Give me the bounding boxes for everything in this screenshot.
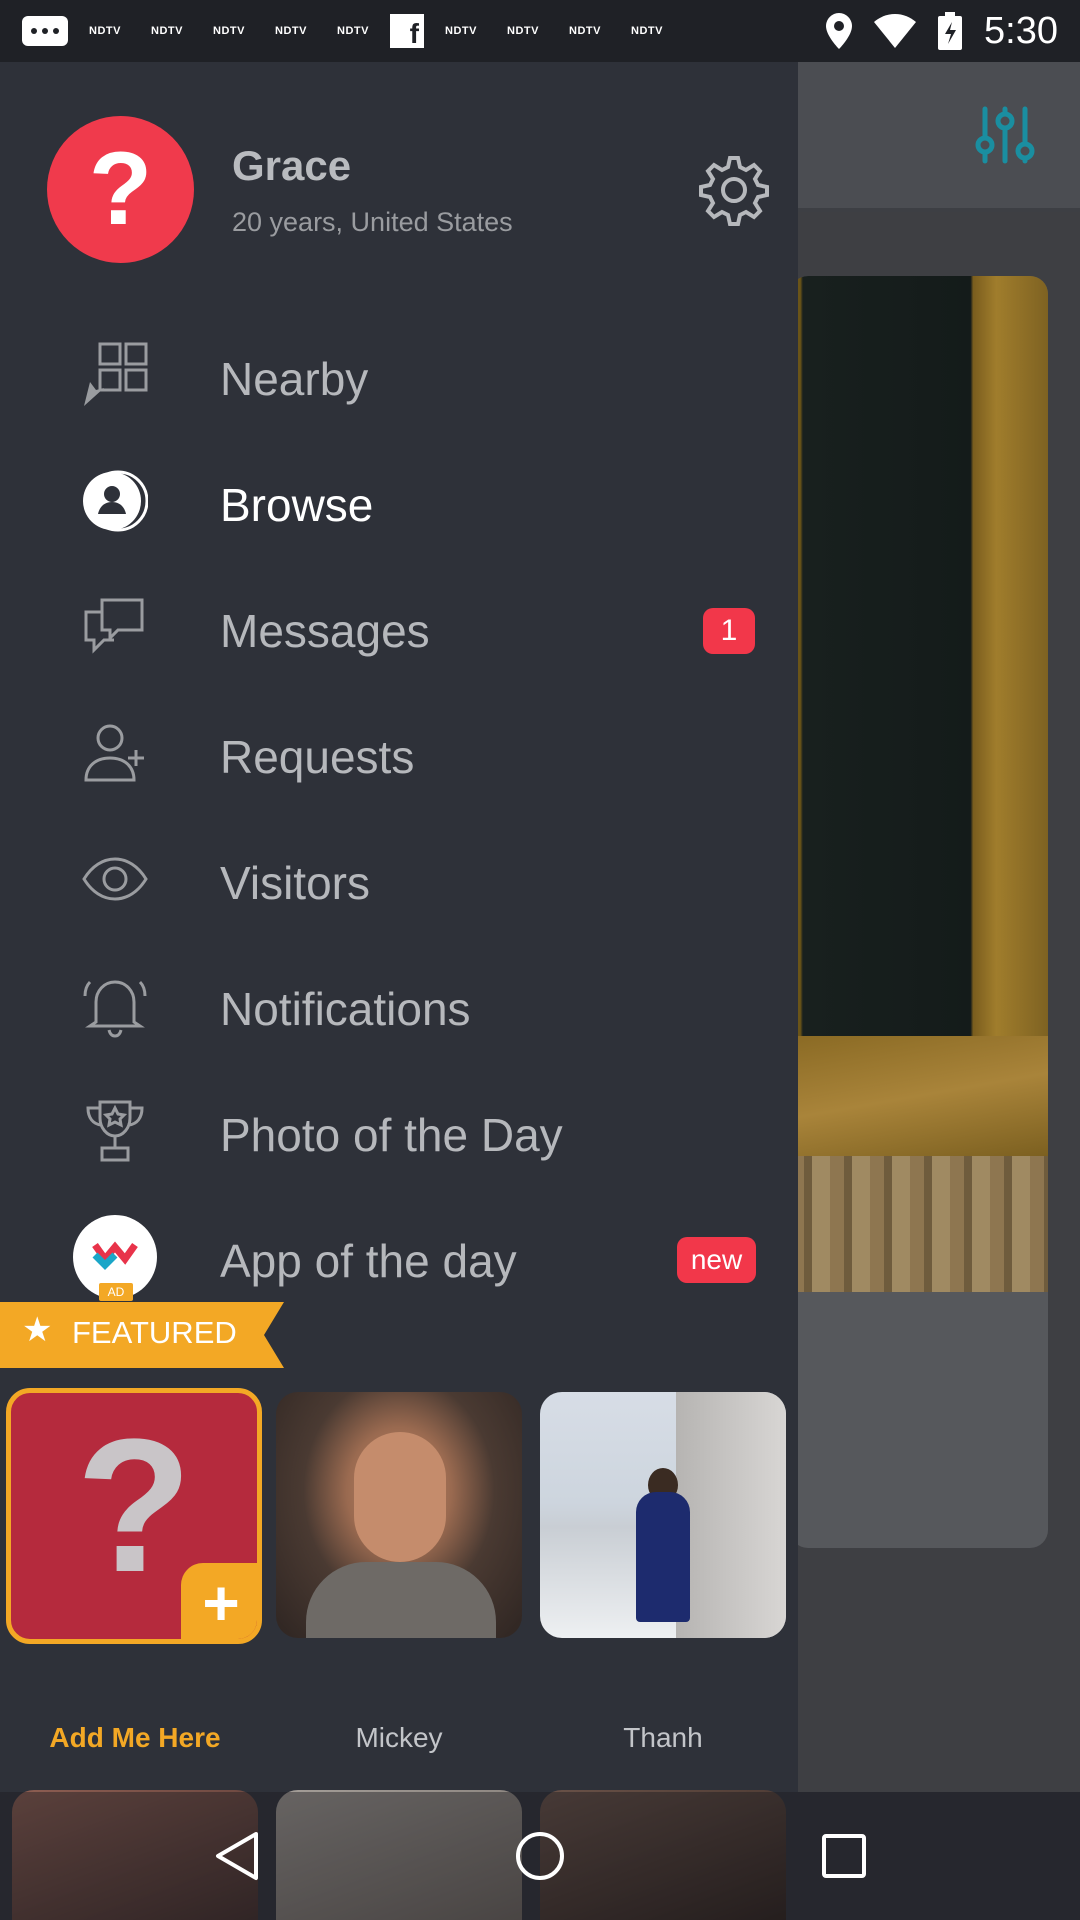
featured-title: FEATURED <box>72 1315 237 1350</box>
photo-detail <box>306 1562 496 1638</box>
new-badge: new <box>677 1237 756 1283</box>
menu-item-requests[interactable]: Requests <box>0 690 798 816</box>
menu-label: Requests <box>220 731 415 783</box>
ndtv-notification: NDTV <box>507 25 539 37</box>
drawer-menu: Nearby Browse Messages 1 Requests Visito… <box>0 312 798 1320</box>
avatar-glyph: ? <box>88 131 153 247</box>
ndtv-notification: NDTV <box>569 25 601 37</box>
home-icon <box>516 1832 564 1880</box>
location-icon <box>826 13 853 49</box>
back-icon <box>216 1832 258 1880</box>
recents-button[interactable] <box>808 1820 880 1892</box>
menu-label: Photo of the Day <box>220 1109 563 1161</box>
ndtv-notification: NDTV <box>337 25 369 37</box>
menu-item-messages[interactable]: Messages 1 <box>0 564 798 690</box>
clock: 5:30 <box>984 9 1058 52</box>
gear-icon[interactable] <box>698 154 770 226</box>
messages-icon <box>84 598 144 654</box>
status-bar: NDTV NDTV NDTV NDTV NDTV f NDTV NDTV NDT… <box>0 0 1080 62</box>
featured-user-name: Thanh <box>623 1722 703 1753</box>
menu-item-nearby[interactable]: Nearby <box>0 312 798 438</box>
notifications-icon <box>83 980 147 1038</box>
ndtv-notification: NDTV <box>631 25 663 37</box>
user-subtitle: 20 years, United States <box>232 207 513 237</box>
ndtv-notification: NDTV <box>213 25 245 37</box>
add-me-here-tile[interactable]: ? + <box>6 1388 262 1644</box>
menu-label: Browse <box>220 479 374 531</box>
chat-icon <box>22 16 68 46</box>
user-name: Grace <box>232 142 352 189</box>
photo-detail <box>636 1492 690 1622</box>
featured-user-photo[interactable] <box>540 1392 786 1638</box>
card-photo-frame <box>790 1036 1048 1156</box>
ad-tag: AD <box>99 1283 133 1301</box>
menu-item-browse[interactable]: Browse <box>0 438 798 564</box>
ndtv-notification: NDTV <box>275 25 307 37</box>
trophy-icon <box>86 1100 144 1162</box>
back-button[interactable] <box>200 1820 272 1892</box>
browse-icon <box>83 470 148 532</box>
photo-detail <box>354 1432 446 1562</box>
menu-item-notifications[interactable]: Notifications <box>0 942 798 1068</box>
home-button[interactable] <box>504 1820 576 1892</box>
battery-icon <box>938 12 963 50</box>
visitors-icon <box>82 857 148 901</box>
background-header <box>798 62 1080 210</box>
nearby-icon <box>84 342 148 406</box>
messages-badge: 1 <box>703 608 755 654</box>
card-photo-wall <box>790 1156 1048 1292</box>
avatar[interactable]: ? <box>47 116 194 263</box>
ndtv-notification: NDTV <box>89 25 121 37</box>
featured-user-name: Mickey <box>355 1722 443 1753</box>
menu-item-visitors[interactable]: Visitors <box>0 816 798 942</box>
plus-icon[interactable]: + <box>181 1563 257 1639</box>
menu-label: App of the day <box>220 1235 517 1287</box>
profile-card[interactable] <box>790 276 1048 1548</box>
menu-label: Nearby <box>220 353 369 405</box>
menu-label: Messages <box>220 605 430 657</box>
requests-icon <box>84 724 144 782</box>
photo-detail <box>676 1392 786 1638</box>
ndtv-notification: NDTV <box>151 25 183 37</box>
add-me-here-label[interactable]: Add Me Here <box>12 1722 258 1754</box>
menu-label: Notifications <box>220 983 471 1035</box>
recents-icon <box>822 1834 866 1878</box>
facebook-icon: f <box>390 14 424 48</box>
app-of-the-day-icon: AD <box>73 1215 157 1301</box>
star-icon: ★ <box>22 1311 53 1349</box>
ndtv-notification: NDTV <box>445 25 477 37</box>
wifi-icon <box>874 14 917 48</box>
menu-item-photo-of-the-day[interactable]: Photo of the Day <box>0 1068 798 1194</box>
featured-user-photo[interactable] <box>276 1392 522 1638</box>
menu-label: Visitors <box>220 857 370 909</box>
system-nav-bar <box>0 1792 1080 1920</box>
filter-icon[interactable] <box>975 105 1035 165</box>
